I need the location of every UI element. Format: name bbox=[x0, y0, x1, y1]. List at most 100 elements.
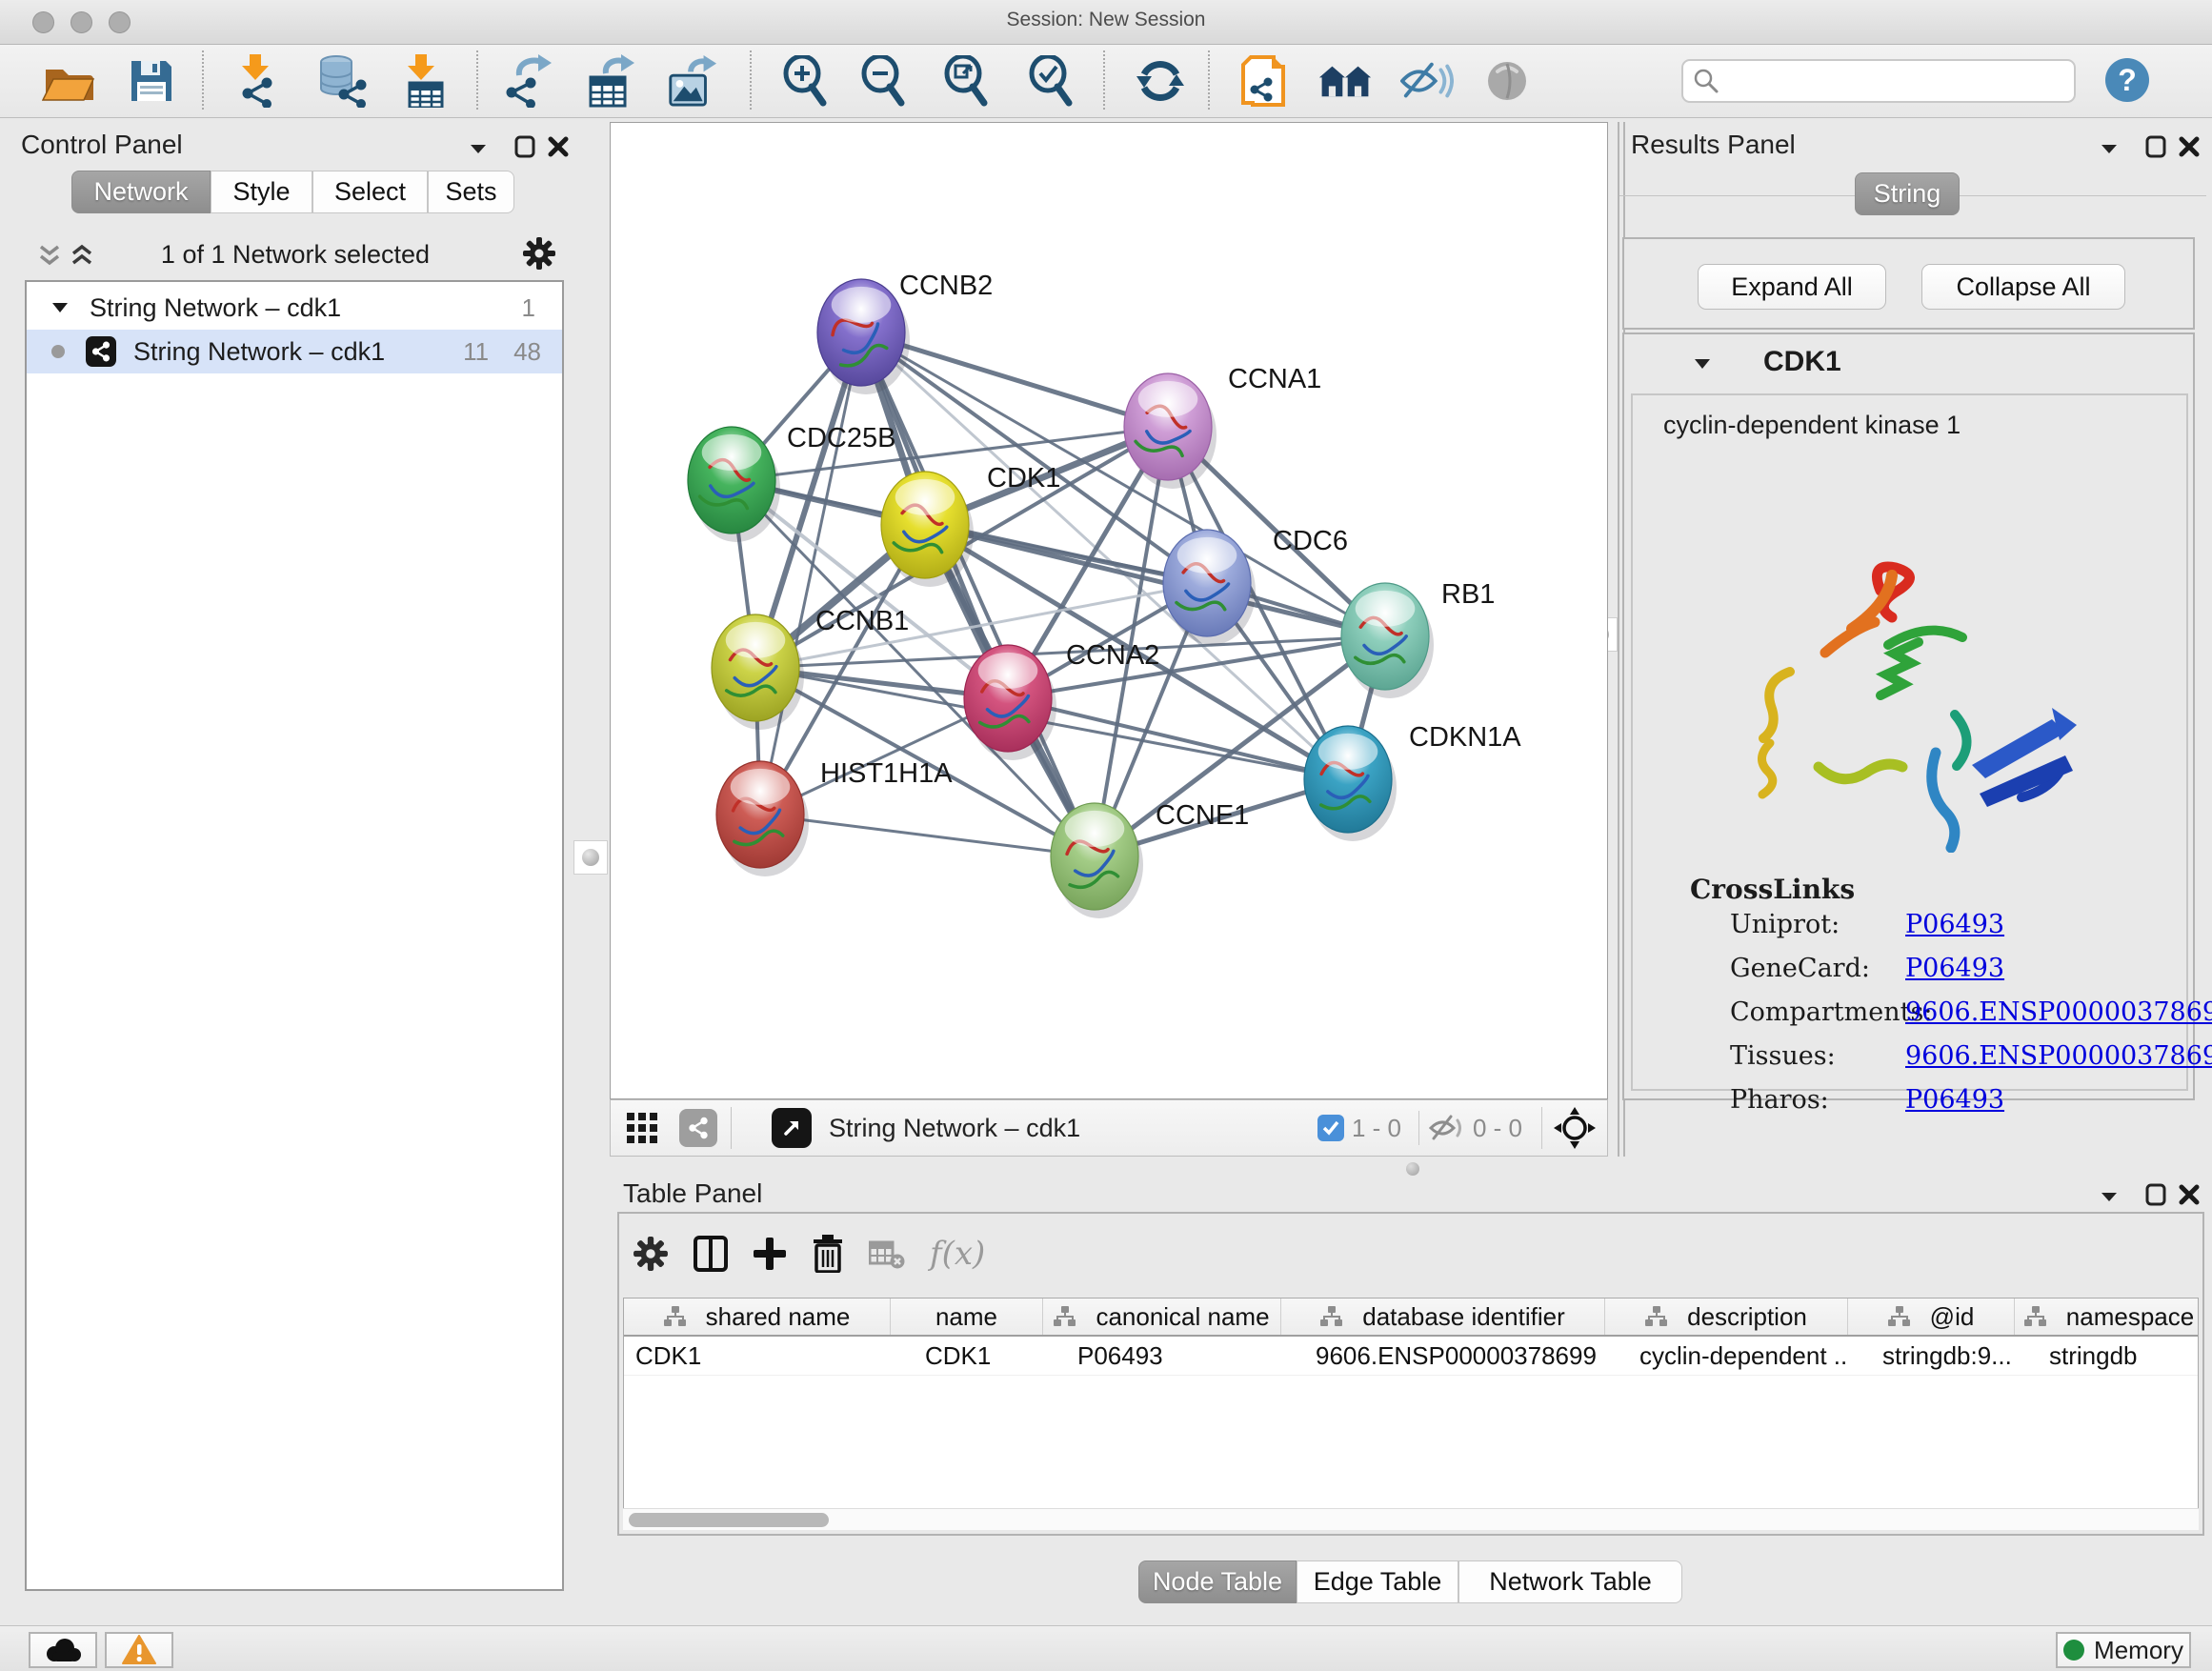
import-table-file-button[interactable] bbox=[398, 54, 452, 108]
save-session-button[interactable] bbox=[125, 54, 178, 108]
network-edge[interactable] bbox=[760, 332, 861, 815]
network-node-CDK1[interactable]: CDK1 bbox=[881, 463, 1060, 587]
houses-icon bbox=[1318, 60, 1372, 102]
memory-button[interactable]: Memory bbox=[2056, 1632, 2191, 1668]
enhance-visibility-button[interactable] bbox=[1400, 54, 1454, 108]
column-header-database-identifier[interactable]: database identifier bbox=[1281, 1299, 1605, 1335]
results-panel-float-button[interactable] bbox=[2145, 135, 2166, 158]
tree-expand-icon[interactable] bbox=[51, 302, 69, 313]
network-type-icon bbox=[86, 336, 116, 367]
tab-style[interactable]: Style bbox=[211, 171, 312, 213]
network-panel-options-button[interactable] bbox=[522, 236, 556, 271]
control-panel-float-button[interactable] bbox=[514, 135, 535, 158]
cell-shared-name[interactable]: CDK1 bbox=[624, 1337, 891, 1375]
crosslink-link[interactable]: P06493 bbox=[1905, 1085, 2004, 1115]
network-node-CDKN1A[interactable]: CDKN1A bbox=[1304, 722, 1521, 841]
network-row-selected[interactable]: String Network – cdk1 11 48 bbox=[27, 330, 562, 373]
crosslink-link[interactable]: 9606.ENSP00000378699 bbox=[1905, 1041, 2212, 1071]
string-protein-query-button[interactable] bbox=[1236, 54, 1289, 108]
cell-name[interactable]: CDK1 bbox=[891, 1337, 1043, 1375]
cell-canonical-name[interactable]: P06493 bbox=[1043, 1337, 1281, 1375]
cell-namespace[interactable]: stringdb bbox=[2015, 1337, 2199, 1375]
refresh-view-button[interactable] bbox=[1134, 54, 1187, 108]
table-panel-close-button[interactable] bbox=[2178, 1183, 2201, 1206]
tab-select[interactable]: Select bbox=[312, 171, 428, 213]
collapse-all-button[interactable]: Collapse All bbox=[1921, 264, 2125, 310]
network-node-CDC6[interactable]: CDC6 bbox=[1163, 526, 1348, 645]
cloud-status-button[interactable] bbox=[29, 1632, 97, 1668]
zoom-selected-button[interactable] bbox=[1024, 54, 1077, 108]
export-table-button[interactable] bbox=[583, 54, 636, 108]
zoom-in-button[interactable] bbox=[778, 54, 832, 108]
cytoscape-window: Session: New Session bbox=[0, 0, 2212, 1671]
import-network-database-button[interactable] bbox=[315, 54, 369, 108]
selected-checkbox[interactable] bbox=[1317, 1115, 1344, 1141]
detach-view-button[interactable] bbox=[772, 1108, 812, 1148]
zoom-out-button[interactable] bbox=[856, 54, 910, 108]
string-home-button[interactable] bbox=[1318, 54, 1372, 108]
control-panel-close-button[interactable] bbox=[547, 135, 570, 158]
network-node-CDC25B[interactable]: CDC25B bbox=[688, 423, 895, 542]
results-panel-collapse-button[interactable] bbox=[2100, 143, 2119, 154]
birdseye-view-button[interactable] bbox=[1554, 1107, 1596, 1149]
horizontal-splitter-dot[interactable] bbox=[1406, 1162, 1419, 1176]
column-header-canonical-name[interactable]: canonical name bbox=[1043, 1299, 1281, 1335]
node-label-CDKN1A: CDKN1A bbox=[1409, 722, 1521, 753]
results-panel-close-button[interactable] bbox=[2178, 135, 2201, 158]
scrollbar-thumb[interactable] bbox=[629, 1513, 829, 1527]
network-canvas[interactable]: CCNB2CCNA1CDC25BCDK1CDC6RB1CCNB1CCNA2CDK… bbox=[610, 122, 1608, 1099]
grid-view-button[interactable] bbox=[626, 1112, 658, 1144]
crosslink-link[interactable]: P06493 bbox=[1905, 954, 2004, 983]
search-input[interactable] bbox=[1727, 67, 2045, 95]
column-header-namespace[interactable]: namespace bbox=[2015, 1299, 2199, 1335]
network-node-CCNE1[interactable]: CCNE1 bbox=[1051, 800, 1249, 918]
control-panel-collapse-button[interactable] bbox=[469, 143, 488, 154]
add-column-button[interactable] bbox=[753, 1236, 787, 1272]
network-node-CCNA1[interactable]: CCNA1 bbox=[1124, 364, 1321, 489]
column-header-name[interactable]: name bbox=[891, 1299, 1043, 1335]
export-image-button[interactable] bbox=[665, 54, 718, 108]
network-node-HIST1H1A[interactable]: HIST1H1A bbox=[716, 758, 953, 876]
table-panel-float-button[interactable] bbox=[2145, 1183, 2166, 1206]
export-network-button[interactable] bbox=[500, 54, 553, 108]
zoom-fit-button[interactable] bbox=[939, 54, 993, 108]
import-network-file-button[interactable] bbox=[232, 54, 286, 108]
gene-collapse-button[interactable] bbox=[1693, 357, 1712, 370]
crosslink-link[interactable]: P06493 bbox=[1905, 910, 2004, 939]
column-header-id[interactable]: @id bbox=[1848, 1299, 2015, 1335]
warnings-button[interactable] bbox=[105, 1632, 173, 1668]
column-header-shared-name[interactable]: shared name bbox=[624, 1299, 891, 1335]
network-collection-row[interactable]: String Network – cdk1 1 bbox=[27, 286, 562, 330]
tab-sets[interactable]: Sets bbox=[428, 171, 514, 213]
show-columns-button[interactable] bbox=[694, 1236, 728, 1272]
tab-network-table[interactable]: Network Table bbox=[1458, 1560, 1682, 1603]
column-header-description[interactable]: description bbox=[1605, 1299, 1848, 1335]
string-network-graph[interactable]: CCNB2CCNA1CDC25BCDK1CDC6RB1CCNB1CCNA2CDK… bbox=[611, 123, 1607, 1098]
table-options-gear-button[interactable] bbox=[633, 1236, 669, 1272]
cell-description[interactable]: cyclin-dependent ... bbox=[1605, 1337, 1848, 1375]
cell-id[interactable]: stringdb:9... bbox=[1848, 1337, 2015, 1375]
cell-database-identifier[interactable]: 9606.ENSP00000378699 bbox=[1281, 1337, 1605, 1375]
crosslink-link[interactable]: 9606.ENSP00000378699 bbox=[1905, 997, 2212, 1027]
help-button[interactable]: ? bbox=[2105, 58, 2149, 102]
tab-network[interactable]: Network bbox=[71, 171, 211, 213]
tab-string-results[interactable]: String bbox=[1855, 172, 1960, 215]
network-edge[interactable] bbox=[760, 815, 1095, 856]
collapse-all-networks-button[interactable] bbox=[36, 244, 63, 269]
table-panel-collapse-button[interactable] bbox=[2100, 1191, 2119, 1202]
results-splitter-line[interactable] bbox=[1618, 122, 1619, 1157]
table-row[interactable]: CDK1 CDK1 P06493 9606.ENSP00000378699 cy… bbox=[624, 1337, 2198, 1376]
tab-edge-table[interactable]: Edge Table bbox=[1297, 1560, 1458, 1603]
open-session-button[interactable] bbox=[42, 54, 95, 108]
network-node-CCNB2[interactable]: CCNB2 bbox=[817, 271, 993, 394]
network-thumbnail-button[interactable] bbox=[679, 1109, 717, 1147]
results-buttons-box: Expand All Collapse All bbox=[1622, 237, 2195, 330]
expand-all-networks-button[interactable] bbox=[69, 244, 95, 269]
network-node-RB1[interactable]: RB1 bbox=[1341, 579, 1495, 698]
left-splitter-handle[interactable] bbox=[573, 840, 608, 875]
delete-column-trash-button[interactable] bbox=[812, 1235, 844, 1273]
expand-all-button[interactable]: Expand All bbox=[1698, 264, 1886, 310]
tab-node-table[interactable]: Node Table bbox=[1138, 1560, 1297, 1603]
table-horizontal-scrollbar[interactable] bbox=[623, 1508, 2199, 1530]
network-node-CCNA2[interactable]: CCNA2 bbox=[964, 640, 1159, 760]
